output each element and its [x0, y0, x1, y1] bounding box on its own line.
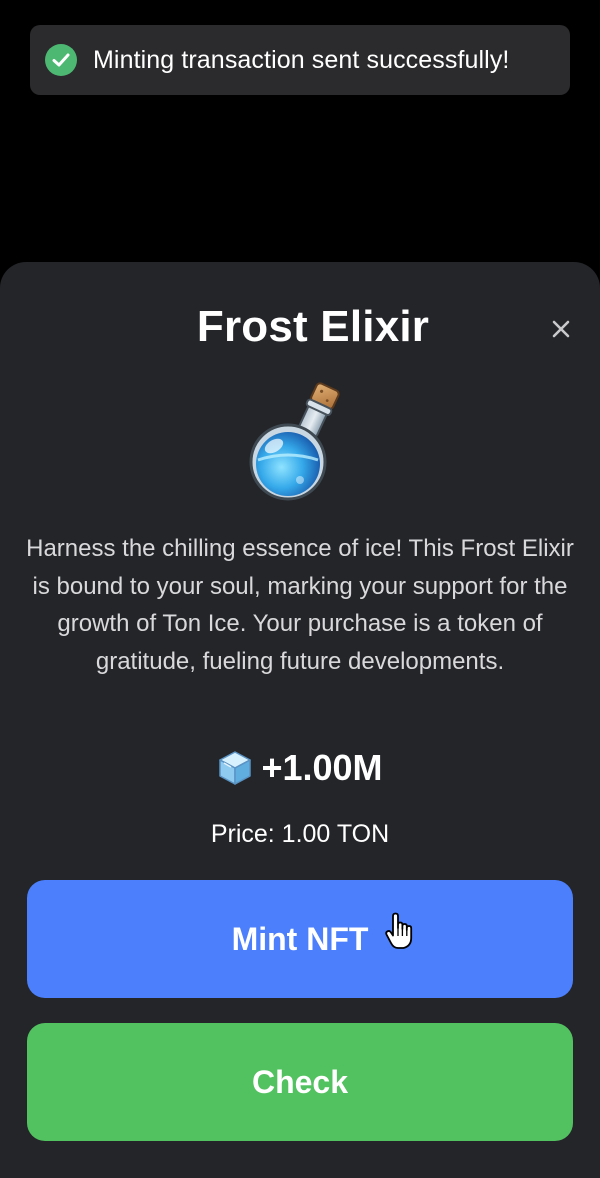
- potion-icon: [248, 380, 352, 504]
- reward-row: +1.00M: [0, 746, 600, 790]
- nft-modal: Frost Elixir Harness the chilling essenc…: [0, 262, 600, 1178]
- check-button-label: Check: [251, 1063, 349, 1100]
- mint-nft-button-label: Mint NFT: [231, 920, 369, 957]
- close-icon[interactable]: [548, 316, 574, 342]
- toast-message: Minting transaction sent successfully!: [93, 45, 510, 74]
- success-toast: Minting transaction sent successfully!: [30, 25, 570, 95]
- page: Minting transaction sent successfully! F…: [0, 0, 600, 1178]
- check-button[interactable]: Check: [27, 1023, 573, 1141]
- modal-title: Frost Elixir: [196, 302, 430, 351]
- reward-amount: +1.00M: [261, 747, 383, 788]
- ice-cube-icon: [217, 749, 253, 787]
- modal-description: Harness the chilling essence of ice! Thi…: [26, 535, 574, 675]
- mint-nft-button[interactable]: Mint NFT: [27, 880, 573, 998]
- price-label: Price: 1.00 TON: [210, 820, 390, 848]
- check-circle-icon: [45, 44, 77, 76]
- hand-cursor-icon: [384, 912, 414, 950]
